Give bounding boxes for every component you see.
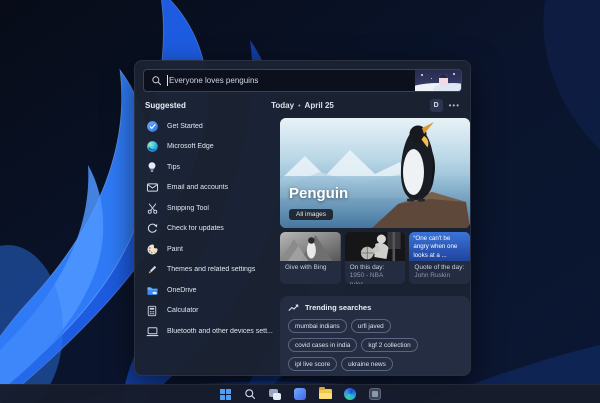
taskbar-edge-button[interactable] xyxy=(343,387,357,401)
text-cursor xyxy=(167,75,168,86)
suggested-list: Get Started Microsoft Edge Tips Email an… xyxy=(145,116,273,375)
hero-title: Penguin xyxy=(289,185,349,202)
trending-pills: mumbai indians urfi javed covid cases in… xyxy=(288,319,462,371)
search-decoration-penguin-illustration xyxy=(415,70,461,91)
quote-text: “One can't be angry when one looks at a … xyxy=(409,232,470,261)
sidebar-item-calculator[interactable]: Calculator xyxy=(145,301,273,322)
trending-pill[interactable]: kgf 2 collection xyxy=(361,338,418,352)
date-heading: Today • April 25 xyxy=(271,101,334,110)
folder-icon xyxy=(318,387,332,399)
app-icon xyxy=(369,388,381,400)
sidebar-item-microsoft-edge[interactable]: Microsoft Edge xyxy=(145,137,273,158)
devices-icon xyxy=(145,324,159,338)
trending-heading: Trending searches xyxy=(305,303,372,312)
sidebar-item-label: Get Started xyxy=(167,122,203,130)
palette-icon xyxy=(145,242,159,256)
trending-pill[interactable]: ipl live score xyxy=(288,357,338,371)
search-panel: Everyone loves penguins Suggested Today •… xyxy=(134,60,471,376)
taskbar-task-view-button[interactable] xyxy=(268,387,282,401)
suggested-heading: Suggested xyxy=(145,101,186,110)
trending-pill[interactable]: covid cases in india xyxy=(288,338,358,352)
sidebar-item-label: Paint xyxy=(167,245,183,253)
trending-pill[interactable]: urfi javed xyxy=(350,319,391,333)
edge-icon xyxy=(145,140,159,154)
sidebar-item-label: Email and accounts xyxy=(167,184,229,192)
card-subtitle: 1950 - NBA rules... xyxy=(349,272,383,284)
on-this-day-card[interactable]: On this day:1950 - NBA rules... xyxy=(344,232,406,284)
sidebar-item-label: Snipping Tool xyxy=(167,204,209,212)
desktop: Everyone loves penguins Suggested Today •… xyxy=(0,0,600,403)
more-options-icon[interactable]: ••• xyxy=(449,101,460,109)
search-icon xyxy=(151,75,162,86)
sidebar-item-label: Themes and related settings xyxy=(167,266,256,274)
sidebar-item-label: Tips xyxy=(167,163,180,171)
trending-pill[interactable]: ukraine news xyxy=(341,357,393,371)
give-with-bing-card[interactable]: Give with Bing xyxy=(280,232,341,284)
trending-arrow-icon xyxy=(288,303,299,312)
sidebar-item-themes-settings[interactable]: Themes and related settings xyxy=(145,260,273,281)
today-content: Penguin All images Give with Bing On thi… xyxy=(280,116,470,375)
search-input-text[interactable]: Everyone loves penguins xyxy=(169,76,258,85)
sidebar-item-label: Microsoft Edge xyxy=(167,143,214,151)
sidebar-item-label: Check for updates xyxy=(167,225,224,233)
sidebar-item-snipping-tool[interactable]: Snipping Tool xyxy=(145,198,273,219)
taskbar-file-explorer-button[interactable] xyxy=(318,387,332,401)
hero-image-card[interactable]: Penguin All images xyxy=(280,118,470,228)
card-subtitle: John Ruskin xyxy=(414,272,451,280)
sidebar-item-onedrive[interactable]: OneDrive xyxy=(145,280,273,301)
card-title: Quote of the day: xyxy=(414,264,465,271)
taskbar-start-button[interactable] xyxy=(218,387,232,401)
sidebar-item-tips[interactable]: Tips xyxy=(145,157,273,178)
sidebar-item-email-accounts[interactable]: Email and accounts xyxy=(145,178,273,199)
sidebar-item-check-updates[interactable]: Check for updates xyxy=(145,219,273,240)
header-actions: D ••• xyxy=(429,99,460,112)
sidebar-item-get-started[interactable]: Get Started xyxy=(145,116,273,137)
trending-searches-panel: Trending searches mumbai indians urfi ja… xyxy=(280,296,470,375)
lightbulb-icon xyxy=(145,160,159,174)
edge-icon xyxy=(344,388,356,400)
card-title: On this day: xyxy=(349,264,385,271)
daily-cards-row: Give with Bing On this day: 1950 - NBA “… xyxy=(280,232,470,284)
widgets-icon xyxy=(294,388,306,400)
onedrive-folder-icon xyxy=(145,283,159,297)
sidebar-item-paint[interactable]: Paint xyxy=(145,239,273,260)
search-icon xyxy=(244,388,256,400)
sidebar-item-label: Calculator xyxy=(167,307,199,315)
trending-pill[interactable]: mumbai indians xyxy=(288,319,347,333)
calculator-icon xyxy=(145,304,159,318)
taskbar xyxy=(0,384,600,403)
panel-header: Suggested Today • April 25 D ••• xyxy=(145,97,460,114)
all-images-button[interactable]: All images xyxy=(289,209,333,220)
pencil-icon xyxy=(145,263,159,277)
taskbar-app-button[interactable] xyxy=(368,387,382,401)
scissors-icon xyxy=(145,201,159,215)
quote-of-the-day-card[interactable]: “One can't be angry when one looks at a … xyxy=(409,232,470,284)
give-with-bing-photo xyxy=(280,232,341,261)
refresh-icon xyxy=(145,222,159,236)
date-value: April 25 xyxy=(304,101,334,110)
get-started-icon xyxy=(145,119,159,133)
taskbar-widgets-button[interactable] xyxy=(293,387,307,401)
windows-logo-icon xyxy=(219,388,231,400)
sidebar-item-label: Bluetooth and other devices sett... xyxy=(167,327,273,335)
profile-badge[interactable]: D xyxy=(429,99,443,112)
taskbar-search-button[interactable] xyxy=(243,387,257,401)
envelope-icon xyxy=(145,181,159,195)
sidebar-item-label: OneDrive xyxy=(167,286,197,294)
on-this-day-photo xyxy=(344,232,406,261)
search-box[interactable]: Everyone loves penguins xyxy=(143,69,462,92)
date-prefix: Today xyxy=(271,101,295,110)
sidebar-item-bluetooth-devices[interactable]: Bluetooth and other devices sett... xyxy=(145,321,273,342)
card-title: Give with Bing xyxy=(285,264,327,271)
task-view-icon xyxy=(269,388,281,400)
date-separator: • xyxy=(298,103,301,110)
